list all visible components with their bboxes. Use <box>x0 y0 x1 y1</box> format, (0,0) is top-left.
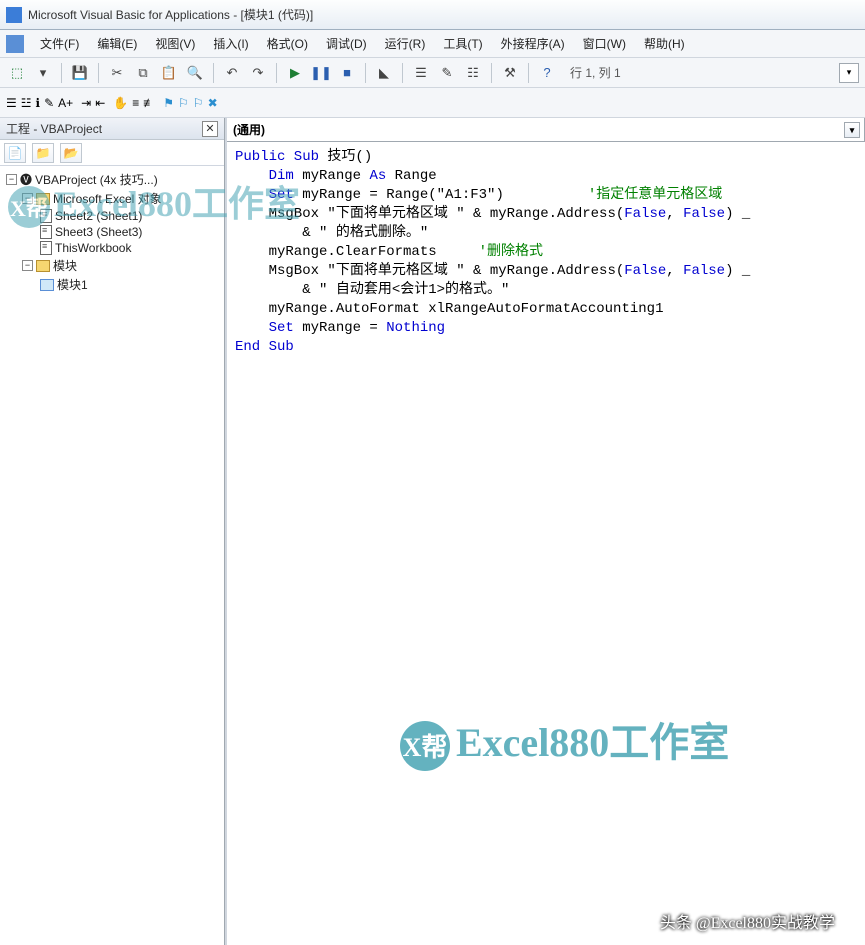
outdent-icon[interactable]: ⇤ <box>95 96 105 110</box>
panel-close-button[interactable]: ✕ <box>202 121 218 137</box>
tree-excel-objects[interactable]: −Microsoft Excel 对象 <box>2 189 222 208</box>
menu-debug[interactable]: 调试(D) <box>318 32 375 55</box>
comment-block-icon[interactable]: ≡ <box>132 96 139 110</box>
cursor-position: 行 1, 列 1 <box>570 64 835 81</box>
break-icon[interactable]: ❚❚ <box>310 62 332 84</box>
complete-word-icon[interactable]: A+ <box>58 96 73 110</box>
list-constants-icon[interactable]: ☳ <box>21 96 32 110</box>
copy-icon[interactable]: ⧉ <box>132 62 154 84</box>
separator <box>402 63 403 83</box>
image-caption: 头条 @Excel880实战教学 <box>660 909 835 933</box>
separator <box>491 63 492 83</box>
separator <box>213 63 214 83</box>
collapse-icon[interactable]: − <box>6 174 17 185</box>
standard-toolbar: ⬚ ▾ 💾 ✂ ⧉ 📋 🔍 ↶ ↷ ▶ ❚❚ ■ ◣ ☰ ✎ ☷ ⚒ ? 行 1… <box>0 58 865 88</box>
collapse-icon[interactable]: − <box>22 193 33 204</box>
tree-root[interactable]: −🅥VBAProject (4x 技巧...) <box>2 170 222 189</box>
paste-icon[interactable]: 📋 <box>158 62 180 84</box>
separator <box>276 63 277 83</box>
indent-icon[interactable]: ⇥ <box>81 96 91 110</box>
list-properties-icon[interactable]: ☰ <box>6 96 17 110</box>
toolbar-dropdown[interactable]: ▾ <box>839 63 859 83</box>
cut-icon[interactable]: ✂ <box>106 62 128 84</box>
object-browser-icon[interactable]: ☷ <box>462 62 484 84</box>
reset-icon[interactable]: ■ <box>336 62 358 84</box>
help-icon[interactable]: ? <box>536 62 558 84</box>
tree-sheet[interactable]: Sheet2 (Sheet1) <box>2 208 222 224</box>
menu-run[interactable]: 运行(R) <box>377 32 434 55</box>
menu-window[interactable]: 窗口(W) <box>575 32 634 55</box>
chevron-down-icon[interactable]: ▾ <box>844 122 860 138</box>
menu-format[interactable]: 格式(O) <box>259 32 316 55</box>
bookmark-toggle-icon[interactable]: ⚑ <box>163 96 174 110</box>
redo-icon[interactable]: ↷ <box>247 62 269 84</box>
view-object-icon[interactable]: 📁 <box>32 143 54 163</box>
project-panel-header: 工程 - VBAProject ✕ <box>0 118 224 140</box>
tree-module1[interactable]: 模块1 <box>2 275 222 294</box>
menu-bar: 文件(F) 编辑(E) 视图(V) 插入(I) 格式(O) 调试(D) 运行(R… <box>0 30 865 58</box>
window-title: Microsoft Visual Basic for Applications … <box>28 6 313 23</box>
project-explorer-icon[interactable]: ☰ <box>410 62 432 84</box>
menu-insert[interactable]: 插入(I) <box>205 32 256 55</box>
vba-project-icon: 🅥 <box>20 171 32 188</box>
separator <box>528 63 529 83</box>
bookmark-next-icon[interactable]: ⚐ <box>178 96 189 110</box>
undo-icon[interactable]: ↶ <box>221 62 243 84</box>
quick-info-icon[interactable]: ℹ <box>36 96 41 110</box>
design-mode-icon[interactable]: ◣ <box>373 62 395 84</box>
module-icon <box>40 279 54 291</box>
workbook-icon <box>40 241 52 255</box>
folder-icon <box>36 260 50 272</box>
edit-toolbar: ☰ ☳ ℹ ✎ A+ ⇥ ⇤ ✋ ≡ ≢ ⚑ ⚐ ⚐ ✖ <box>0 88 865 118</box>
menu-tools[interactable]: 工具(T) <box>435 32 490 55</box>
tree-toolbar: 📄 📁 📂 <box>0 140 224 166</box>
breakpoint-icon[interactable]: ✋ <box>113 96 128 110</box>
run-icon[interactable]: ▶ <box>284 62 306 84</box>
folder-icon <box>36 193 50 205</box>
menu-view[interactable]: 视图(V) <box>147 32 203 55</box>
separator <box>365 63 366 83</box>
menu-help[interactable]: 帮助(H) <box>636 32 693 55</box>
toggle-folders-icon[interactable]: 📂 <box>60 143 82 163</box>
separator <box>61 63 62 83</box>
menu-addins[interactable]: 外接程序(A) <box>493 32 573 55</box>
code-pane: (通用)▾ Public Sub 技巧() Dim myRange As Ran… <box>225 118 865 945</box>
project-panel-title: 工程 - VBAProject <box>6 120 102 137</box>
menu-file[interactable]: 文件(F) <box>32 32 87 55</box>
app-icon <box>6 7 22 23</box>
project-explorer: 工程 - VBAProject ✕ 📄 📁 📂 −🅥VBAProject (4x… <box>0 118 225 945</box>
sheet-icon <box>40 209 52 223</box>
object-combo[interactable]: (通用)▾ <box>227 118 865 141</box>
find-icon[interactable]: 🔍 <box>184 62 206 84</box>
tree-modules[interactable]: −模块 <box>2 256 222 275</box>
main-area: 工程 - VBAProject ✕ 📄 📁 📂 −🅥VBAProject (4x… <box>0 118 865 945</box>
view-code-icon[interactable]: 📄 <box>4 143 26 163</box>
code-editor[interactable]: Public Sub 技巧() Dim myRange As Range Set… <box>227 142 865 945</box>
tree-sheet[interactable]: Sheet3 (Sheet3) <box>2 224 222 240</box>
bookmark-prev-icon[interactable]: ⚐ <box>193 96 204 110</box>
tree-thisworkbook[interactable]: ThisWorkbook <box>2 240 222 256</box>
insert-dropdown-icon[interactable]: ▾ <box>32 62 54 84</box>
project-tree[interactable]: −🅥VBAProject (4x 技巧...) −Microsoft Excel… <box>0 166 224 945</box>
uncomment-block-icon[interactable]: ≢ <box>143 96 155 110</box>
vba-icon <box>6 35 24 53</box>
code-combo-row: (通用)▾ <box>227 118 865 142</box>
bookmark-clear-icon[interactable]: ✖ <box>208 96 218 110</box>
menu-edit[interactable]: 编辑(E) <box>89 32 145 55</box>
separator <box>98 63 99 83</box>
toolbox-icon[interactable]: ⚒ <box>499 62 521 84</box>
title-bar: Microsoft Visual Basic for Applications … <box>0 0 865 30</box>
parameter-info-icon[interactable]: ✎ <box>44 96 54 110</box>
sheet-icon <box>40 225 52 239</box>
properties-icon[interactable]: ✎ <box>436 62 458 84</box>
save-icon[interactable]: 💾 <box>69 62 91 84</box>
collapse-icon[interactable]: − <box>22 260 33 271</box>
view-excel-icon[interactable]: ⬚ <box>6 62 28 84</box>
